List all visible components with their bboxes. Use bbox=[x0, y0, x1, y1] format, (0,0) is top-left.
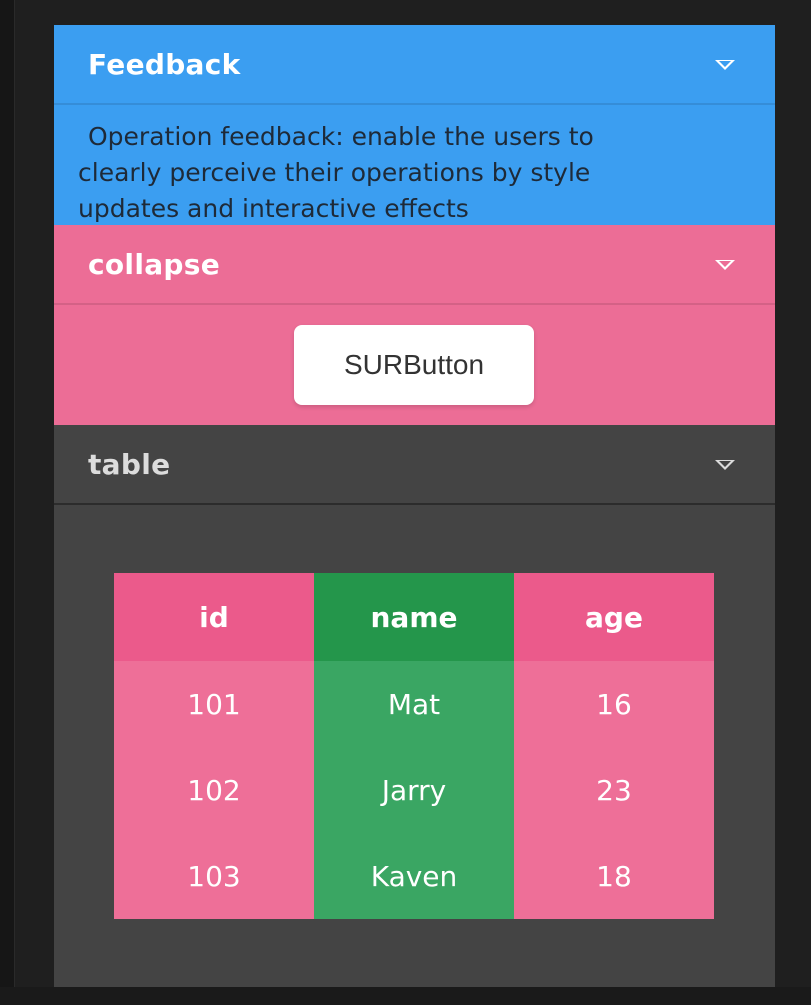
app-window: Feedback Operation feedback: enable the … bbox=[0, 0, 811, 1005]
cell-name: Kaven bbox=[314, 833, 514, 919]
data-table: id name age 101 Mat 16 102 Jarry 23 103 … bbox=[114, 573, 714, 919]
column-header-id[interactable]: id bbox=[114, 573, 314, 661]
feedback-text-line-2: clearly perceive their operations by sty… bbox=[78, 158, 591, 187]
caret-down-icon[interactable] bbox=[715, 460, 735, 470]
table-header-row: id name age bbox=[114, 573, 714, 661]
sur-button[interactable]: SURButton bbox=[294, 325, 534, 405]
collapse-title: collapse bbox=[88, 247, 221, 281]
feedback-section-header[interactable]: Feedback bbox=[54, 25, 775, 105]
feedback-section-body: Operation feedback: enable the users to … bbox=[54, 105, 775, 225]
column-header-name[interactable]: name bbox=[314, 573, 514, 661]
window-left-edge bbox=[0, 0, 15, 1005]
accordion-panel: Feedback Operation feedback: enable the … bbox=[54, 25, 775, 987]
collapse-section-header[interactable]: collapse bbox=[54, 225, 775, 305]
caret-down-icon[interactable] bbox=[715, 60, 735, 70]
table-section-body: id name age 101 Mat 16 102 Jarry 23 103 … bbox=[54, 505, 775, 985]
table-section-header[interactable]: table bbox=[54, 425, 775, 505]
window-bottom-edge bbox=[0, 987, 811, 1005]
table-title: table bbox=[88, 447, 171, 481]
feedback-text-line-3: updates and interactive effects bbox=[78, 194, 469, 223]
cell-age: 23 bbox=[514, 747, 714, 833]
column-header-age[interactable]: age bbox=[514, 573, 714, 661]
feedback-text-line-1: Operation feedback: enable the users to bbox=[88, 122, 594, 151]
cell-age: 18 bbox=[514, 833, 714, 919]
cell-name: Mat bbox=[314, 661, 514, 747]
table-row: 102 Jarry 23 bbox=[114, 747, 714, 833]
table-row: 103 Kaven 18 bbox=[114, 833, 714, 919]
table-row: 101 Mat 16 bbox=[114, 661, 714, 747]
feedback-title: Feedback bbox=[88, 47, 241, 81]
cell-name: Jarry bbox=[314, 747, 514, 833]
cell-age: 16 bbox=[514, 661, 714, 747]
collapse-section-body: SURButton bbox=[54, 305, 775, 425]
cell-id: 101 bbox=[114, 661, 314, 747]
cell-id: 103 bbox=[114, 833, 314, 919]
caret-down-icon[interactable] bbox=[715, 260, 735, 270]
cell-id: 102 bbox=[114, 747, 314, 833]
